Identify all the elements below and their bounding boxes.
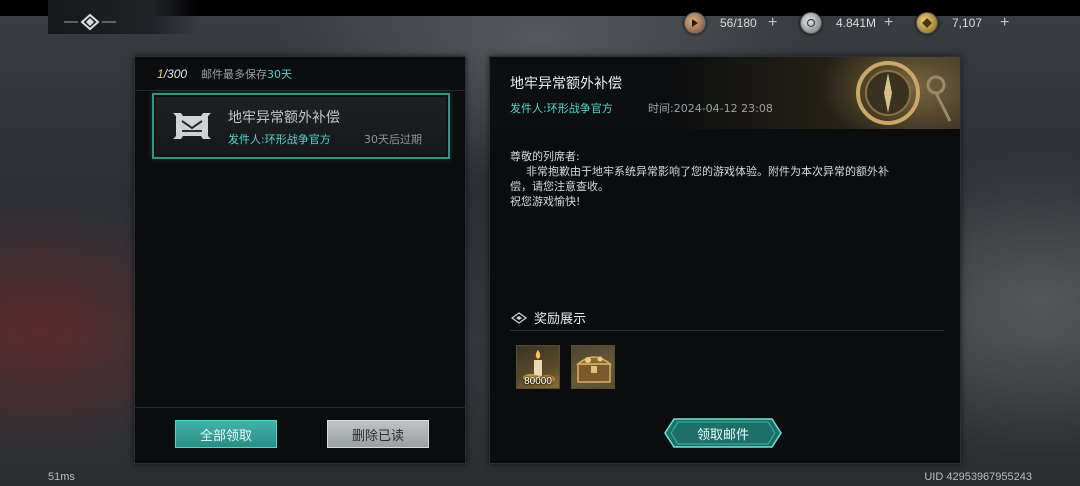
treasure-chest-icon <box>576 356 612 383</box>
mail-detail-title: 地牢异常额外补偿 <box>510 76 622 92</box>
stamina-resource[interactable]: 56/180 + <box>684 12 777 34</box>
delete-read-button[interactable]: 删除已读 <box>327 420 429 448</box>
claim-all-button[interactable]: 全部领取 <box>175 420 277 448</box>
player-uid: UID 42953967955243 <box>924 471 1032 483</box>
mail-detail-time: 时间:2024-04-12 23:08 <box>648 102 773 115</box>
silver-value: 4.841M <box>836 16 877 30</box>
mail-crest-icon <box>172 109 212 143</box>
mail-storage-note: 邮件最多保存30天 <box>201 67 293 81</box>
gold-resource[interactable]: 7,107 + <box>916 12 1009 34</box>
gold-coin-icon <box>916 12 938 34</box>
mail-detail-body: 尊敬的列席者: 非常抱歉由于地牢系统异常影响了您的游戏体验。附件为本次异常的额外… <box>510 149 940 209</box>
reward-section-header: 奖励展示 <box>510 305 944 331</box>
mail-count: 1/300 <box>157 66 188 81</box>
ping-indicator: 51ms <box>48 471 75 483</box>
silver-resource[interactable]: 4.841M + <box>800 12 893 34</box>
mail-detail-header: 地牢异常额外补偿 发件人:环形战争官方 时间:2024-04-12 23:08 <box>490 57 960 129</box>
add-gold-icon[interactable]: + <box>1000 14 1009 32</box>
reward-section-title: 奖励展示 <box>534 312 587 327</box>
diamond-ornament-icon <box>510 311 528 324</box>
claim-mail-button[interactable]: 领取邮件 <box>664 418 782 448</box>
mail-body-line: 非常抱歉由于地牢系统异常影响了您的游戏体验。附件为本次异常的额外补 <box>526 165 889 178</box>
mail-item-expire: 30天后过期 <box>364 133 422 146</box>
mail-body-line: 偿，请您注意查收。 <box>510 180 609 193</box>
add-stamina-icon[interactable]: + <box>768 14 777 32</box>
mail-closing: 祝您游戏愉快! <box>510 195 581 208</box>
mail-detail-sender: 发件人:环形战争官方 <box>510 102 613 115</box>
silver-coin-icon <box>800 12 822 34</box>
claim-mail-label: 领取邮件 <box>696 427 749 443</box>
mail-item-title: 地牢异常额外补偿 <box>228 110 340 126</box>
compass-decoration-icon <box>844 57 960 129</box>
mail-list-panel: 1/300 邮件最多保存30天 地牢异常额外补偿 发件人:环形战争官方 30天后… <box>134 56 466 464</box>
mail-list-item[interactable]: 地牢异常额外补偿 发件人:环形战争官方 30天后过期 <box>152 93 450 159</box>
gold-value: 7,107 <box>952 16 983 30</box>
mail-detail-panel: 地牢异常额外补偿 发件人:环形战争官方 时间:2024-04-12 23:08 … <box>489 56 961 464</box>
reward-quantity: 80000 <box>524 376 552 387</box>
reward-item-candle[interactable]: 80000 <box>516 345 560 389</box>
mail-greeting: 尊敬的列席者: <box>510 150 580 163</box>
resource-bar: 56/180 + 4.841M + 7,107 + <box>680 8 1040 34</box>
mail-item-sender: 发件人:环形战争官方 <box>228 133 331 146</box>
mail-list-header: 1/300 邮件最多保存30天 <box>135 57 465 91</box>
mail-list-footer: 全部领取 删除已读 <box>135 407 465 463</box>
reward-item-chest[interactable] <box>571 345 615 389</box>
add-silver-icon[interactable]: + <box>884 14 893 32</box>
stamina-icon <box>684 12 706 34</box>
game-logo-icon[interactable] <box>64 12 116 32</box>
stamina-value: 56/180 <box>720 16 757 30</box>
